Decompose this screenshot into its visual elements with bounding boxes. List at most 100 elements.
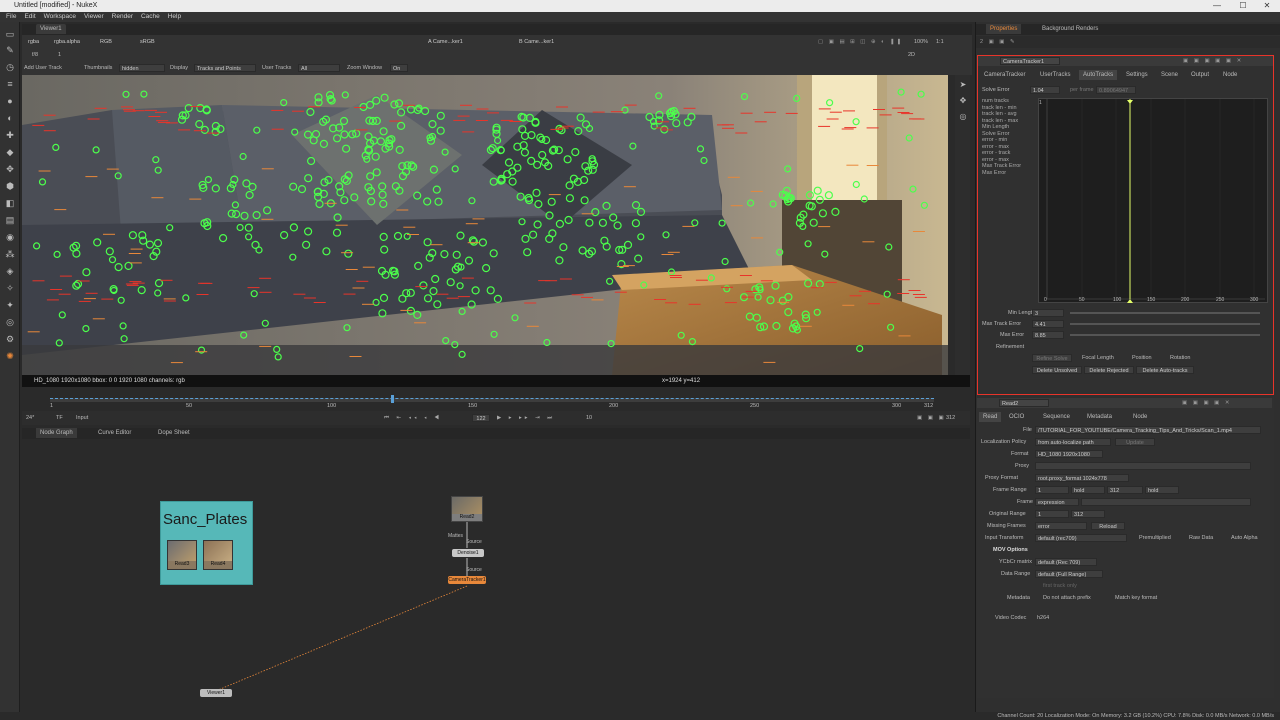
format-select[interactable]: HD_1080 1920x1080 <box>1035 450 1103 458</box>
add-user-track-button[interactable]: Add User Track <box>24 64 62 72</box>
frame-start-field[interactable]: 1 <box>1035 486 1069 494</box>
transform-handle-icon[interactable]: ✥ <box>957 95 969 107</box>
position-checkbox[interactable]: Position <box>1132 354 1152 362</box>
tab-scene[interactable]: Scene <box>1157 70 1182 80</box>
tab-output[interactable]: Output <box>1187 70 1213 80</box>
focal-length-checkbox[interactable]: Focal Length <box>1082 354 1114 362</box>
pixel-ratio[interactable]: 1:1 <box>936 38 944 46</box>
range-select[interactable]: Input <box>76 414 88 422</box>
reload-button[interactable]: Reload <box>1091 522 1125 530</box>
min-length-slider[interactable] <box>1070 312 1260 314</box>
metadata-icon[interactable]: ▤ <box>4 214 16 226</box>
tab-autotracks[interactable]: AutoTracks <box>1079 70 1118 80</box>
color-icon[interactable]: ● <box>4 95 16 107</box>
first-track-only-checkbox[interactable]: first track only <box>1043 582 1077 590</box>
tab-properties[interactable]: Properties <box>986 24 1022 34</box>
viewer-image[interactable] <box>22 75 948 375</box>
rotation-checkbox[interactable]: Rotation <box>1170 354 1191 362</box>
select-icon[interactable]: ➤ <box>957 79 969 91</box>
playhead[interactable] <box>391 395 394 403</box>
menu-cache[interactable]: Cache <box>141 13 160 20</box>
viewer-node[interactable]: Viewer1 <box>200 689 232 697</box>
raw-data-checkbox[interactable]: Raw Data <box>1189 534 1213 542</box>
toolsets-icon[interactable]: ◉ <box>4 231 16 243</box>
max-track-error-field[interactable]: 4.41 <box>1032 320 1064 328</box>
max-error-field[interactable]: 8.85 <box>1032 331 1064 339</box>
furnace-icon[interactable]: ✦ <box>4 299 16 311</box>
tab-read[interactable]: Read <box>979 412 1002 422</box>
close-button[interactable]: ✕ <box>1256 0 1278 12</box>
fps-select[interactable]: 24* <box>26 414 34 422</box>
tab-curve-editor[interactable]: Curve Editor <box>94 428 135 438</box>
tab-background-renders[interactable]: Background Renders <box>1038 24 1102 34</box>
properties-tool-icons[interactable]: 2 ▣ ▣ ✎ <box>980 38 1017 46</box>
filter-icon[interactable]: ◐ <box>4 112 16 124</box>
max-track-error-slider[interactable] <box>1070 323 1260 325</box>
read4-node[interactable]: Read4 <box>203 540 233 570</box>
read-node-name[interactable]: Read2 <box>999 399 1049 407</box>
frame-end-field[interactable]: 312 <box>1107 486 1143 494</box>
transform-icon[interactable]: ✥ <box>4 163 16 175</box>
input-transform-select[interactable]: default (rec709) <box>1035 534 1127 542</box>
menu-viewer[interactable]: Viewer <box>84 13 104 20</box>
nuke-icon[interactable]: ✺ <box>4 350 16 362</box>
refine-solve-button[interactable]: Refine Solve <box>1032 354 1072 362</box>
camera-tracker-node[interactable]: CameraTracker1 <box>448 576 486 584</box>
lut-select[interactable]: sRGB <box>138 38 158 46</box>
proxy-field[interactable] <box>1035 462 1251 470</box>
time-icon[interactable]: ◷ <box>4 61 16 73</box>
node-graph[interactable]: Sanc_Plates Read3 Read4 Read2 Mattes Sou… <box>22 440 970 712</box>
file-field[interactable]: /TUTORIAL_FOR_YOUTUBE/Camera_Tracking_Ti… <box>1035 426 1261 434</box>
timeline[interactable]: 1 50 100 150 200 250 300 312 <box>22 395 970 411</box>
data-range-select[interactable]: default (Full Range) <box>1035 570 1103 578</box>
solve-error-field[interactable]: 1.04 <box>1030 86 1060 94</box>
zoom-level[interactable]: 100% <box>914 38 928 46</box>
viewer-tool-icons[interactable]: ▢ ▣ ▤ ⊞ ◫ ⊕ ◐ ❚❚ <box>818 38 903 46</box>
maximize-button[interactable]: ☐ <box>1232 0 1254 12</box>
mode-2d[interactable]: 2D <box>908 51 915 59</box>
image-icon[interactable]: ▭ <box>4 28 16 40</box>
delete-rejected-button[interactable]: Delete Rejected <box>1084 366 1134 374</box>
menu-render[interactable]: Render <box>112 13 133 20</box>
input-b-select[interactable]: B Came...ker1 <box>517 38 567 46</box>
channel-icon[interactable]: ≡ <box>4 78 16 90</box>
draw-icon[interactable]: ✎ <box>4 44 16 56</box>
display-select[interactable]: Tracks and Points <box>194 64 256 72</box>
tab-read-node[interactable]: Node <box>1129 412 1151 422</box>
original-end-field[interactable]: 312 <box>1071 510 1105 518</box>
tab-usertracks[interactable]: UserTracks <box>1036 70 1074 80</box>
end-frame-field[interactable]: 312 <box>946 414 955 422</box>
tab-ocio[interactable]: OCIO <box>1005 412 1028 422</box>
read-header-icons[interactable]: ▣ ▣ ▣ ▣ ✕ <box>1182 399 1232 407</box>
tab-dope-sheet[interactable]: Dope Sheet <box>154 428 194 438</box>
backdrop-sanc-plates[interactable]: Sanc_Plates Read3 Read4 <box>160 501 253 585</box>
frame-mode-select[interactable]: expression <box>1035 498 1079 506</box>
deep-icon[interactable]: ◈ <box>4 265 16 277</box>
tab-metadata[interactable]: Metadata <box>1083 412 1116 422</box>
particles-icon[interactable]: ⁂ <box>4 248 16 260</box>
tab-viewer1[interactable]: Viewer1 <box>36 24 66 34</box>
camera-tracker-name[interactable]: CameraTracker1 <box>1000 57 1060 65</box>
merge-icon[interactable]: ◆ <box>4 146 16 158</box>
max-error-slider[interactable] <box>1070 334 1260 336</box>
frame-expression-field[interactable] <box>1081 498 1251 506</box>
match-key-checkbox[interactable]: Match key format <box>1115 594 1157 602</box>
read2-node[interactable]: Read2 <box>451 496 483 522</box>
premultiplied-checkbox[interactable]: Premultiplied <box>1139 534 1171 542</box>
alpha-select[interactable]: rgba.alpha <box>52 38 88 46</box>
thumbnails-select[interactable]: hidden <box>119 64 165 72</box>
denoise-node[interactable]: Denoise1 <box>452 549 484 557</box>
stat-item[interactable]: Max Error <box>982 170 1038 177</box>
min-length-field[interactable]: 3 <box>1032 309 1064 317</box>
tracker-icon[interactable]: ◎ <box>957 111 969 123</box>
delete-unsolved-button[interactable]: Delete Unsolved <box>1032 366 1082 374</box>
channels-select[interactable]: rgba <box>26 38 46 46</box>
before-select[interactable]: hold <box>1071 486 1105 494</box>
user-tracks-select[interactable]: All <box>298 64 340 72</box>
tab-cameratracker[interactable]: CameraTracker <box>980 70 1029 80</box>
fstop-value[interactable]: f/8 <box>32 51 38 59</box>
after-select[interactable]: hold <box>1145 486 1179 494</box>
per-frame-field[interactable]: 0.89064947 <box>1096 86 1136 94</box>
auto-alpha-checkbox[interactable]: Auto Alpha <box>1231 534 1258 542</box>
views-icon[interactable]: ◧ <box>4 197 16 209</box>
